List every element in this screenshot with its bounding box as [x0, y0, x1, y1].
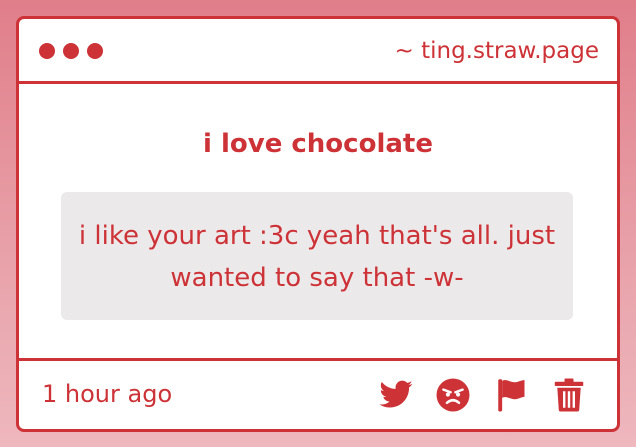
window-dot-icon	[63, 43, 79, 59]
message-content: i love chocolate i like your art :3c yea…	[19, 84, 617, 358]
flag-icon[interactable]	[493, 377, 529, 413]
window-dot-icon	[39, 43, 55, 59]
card-footer: 1 hour ago	[19, 358, 617, 432]
twitter-icon[interactable]	[378, 377, 414, 413]
answer-box: i like your art :3c yeah that's all. jus…	[61, 192, 573, 320]
answer-text: i like your art :3c yeah that's all. jus…	[78, 221, 556, 293]
question-heading: i love chocolate	[203, 129, 433, 159]
trash-icon[interactable]	[551, 377, 587, 413]
title-bar: ~ ting.straw.page	[19, 19, 617, 84]
message-card: ~ ting.straw.page i love chocolate i lik…	[16, 16, 620, 432]
angry-face-icon[interactable]	[435, 377, 471, 413]
site-url-link[interactable]: ~ ting.straw.page	[395, 36, 599, 66]
timestamp: 1 hour ago	[42, 380, 173, 408]
window-dot-icon	[87, 43, 103, 59]
